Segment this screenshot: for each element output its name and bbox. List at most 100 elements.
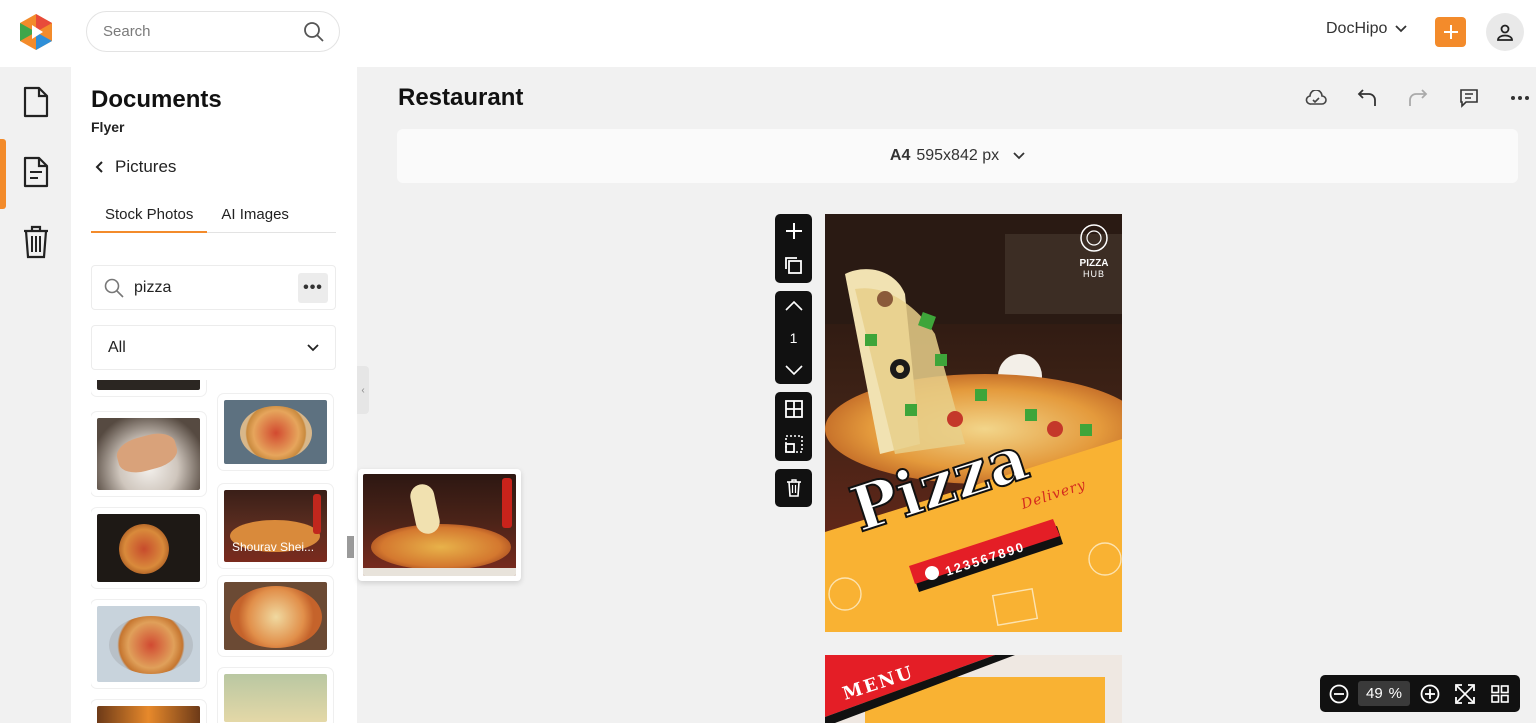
delete-page-button[interactable] bbox=[786, 479, 802, 497]
zoom-controls: 49 % bbox=[1320, 675, 1520, 712]
canvas-page-2[interactable]: MENU bbox=[825, 655, 1122, 723]
cloud-check-icon bbox=[1305, 90, 1327, 105]
grid-view-icon bbox=[1491, 684, 1509, 703]
user-avatar[interactable] bbox=[1486, 13, 1524, 51]
photo-thumbnail[interactable] bbox=[218, 668, 333, 723]
more-horizontal-icon bbox=[1510, 96, 1529, 100]
collapse-panel-handle[interactable]: ‹ bbox=[357, 366, 369, 414]
category-select-value: All bbox=[108, 338, 126, 356]
redo-icon bbox=[1408, 89, 1427, 106]
document-title[interactable]: Restaurant bbox=[398, 84, 523, 112]
layout-tools bbox=[775, 392, 812, 461]
page-down-button[interactable] bbox=[784, 364, 803, 375]
document-lines-icon bbox=[23, 156, 48, 188]
document-actions bbox=[1290, 86, 1536, 110]
page-size-name: A4 bbox=[889, 147, 911, 164]
more-options-button[interactable]: ••• bbox=[298, 272, 328, 303]
flyer-brand-line2: HUB bbox=[1083, 269, 1105, 279]
duplicate-icon bbox=[784, 256, 802, 274]
tab-stock-photos[interactable]: Stock Photos bbox=[91, 197, 208, 233]
rail-item-templates[interactable] bbox=[0, 137, 71, 209]
chevron-down-icon bbox=[1395, 25, 1407, 33]
cloud-save-button[interactable] bbox=[1290, 86, 1341, 110]
left-rail bbox=[0, 67, 71, 723]
trash-icon bbox=[23, 225, 48, 259]
menu-artwork: MENU bbox=[825, 655, 1122, 723]
panel-scrollbar[interactable] bbox=[347, 536, 354, 558]
page-up-button[interactable] bbox=[784, 300, 803, 311]
zoom-unit: % bbox=[1388, 685, 1403, 702]
tab-ai-images[interactable]: AI Images bbox=[207, 197, 303, 233]
select-area-icon bbox=[784, 434, 803, 453]
rail-item-trash[interactable] bbox=[0, 207, 71, 277]
photo-grid: Shourav Shei... bbox=[91, 380, 341, 723]
canvas-page-1[interactable]: PIZZA HUB Pizza Delivery 123567890 bbox=[825, 214, 1122, 632]
chevron-down-icon bbox=[784, 364, 803, 375]
app-logo[interactable] bbox=[18, 13, 54, 51]
photo-thumbnail[interactable] bbox=[91, 600, 206, 688]
zoom-in-button[interactable] bbox=[1416, 684, 1444, 704]
workspace-name: DocHipo bbox=[1326, 20, 1388, 37]
photo-credit: Shourav Shei... bbox=[232, 540, 315, 554]
picture-search-input[interactable]: pizza ••• bbox=[91, 265, 336, 310]
plus-icon bbox=[1443, 25, 1458, 39]
search-icon[interactable] bbox=[303, 21, 325, 43]
flyer-artwork: PIZZA HUB Pizza Delivery 123567890 bbox=[825, 214, 1122, 632]
add-button[interactable] bbox=[1435, 17, 1466, 47]
zoom-value: 49 bbox=[1365, 685, 1383, 702]
undo-button[interactable] bbox=[1341, 86, 1392, 110]
trash-icon bbox=[786, 479, 801, 497]
comments-button[interactable] bbox=[1443, 86, 1494, 110]
chevron-up-icon bbox=[784, 300, 803, 311]
pictures-panel: Documents Flyer Pictures Stock Photos AI… bbox=[71, 67, 357, 723]
drag-preview bbox=[358, 469, 521, 581]
rail-item-documents[interactable] bbox=[0, 67, 71, 137]
photo-thumbnail[interactable] bbox=[218, 394, 333, 470]
plus-circle-icon bbox=[1420, 684, 1440, 703]
page-add-tools bbox=[775, 214, 812, 283]
photo-thumbnail[interactable] bbox=[91, 700, 206, 723]
add-page-button[interactable] bbox=[785, 222, 803, 240]
zoom-level[interactable]: 49 % bbox=[1358, 681, 1410, 706]
workspace-dropdown[interactable]: DocHipo bbox=[1326, 20, 1407, 38]
grid-icon bbox=[784, 400, 803, 419]
more-menu-button[interactable] bbox=[1494, 86, 1536, 110]
photo-thumbnail[interactable] bbox=[91, 412, 206, 496]
category-select[interactable]: All bbox=[91, 325, 336, 370]
photo-thumbnail[interactable] bbox=[218, 576, 333, 656]
plus-icon bbox=[785, 223, 802, 240]
user-icon bbox=[1497, 24, 1513, 41]
chevron-down-icon bbox=[1013, 152, 1025, 160]
panel-subtitle: Flyer bbox=[91, 119, 125, 135]
redo-button[interactable] bbox=[1392, 86, 1443, 110]
page-grid-view-button[interactable] bbox=[1486, 684, 1514, 703]
back-button[interactable]: Pictures bbox=[95, 157, 176, 177]
top-bar: Search DocHipo bbox=[0, 0, 1536, 67]
page-size-dimensions: 595x842 px bbox=[916, 147, 1000, 164]
search-icon bbox=[104, 278, 124, 298]
delete-tools bbox=[775, 469, 812, 507]
document-icon bbox=[23, 86, 48, 118]
undo-icon bbox=[1357, 89, 1376, 106]
minus-circle-icon bbox=[1329, 684, 1349, 703]
comment-icon bbox=[1459, 89, 1478, 108]
back-label: Pictures bbox=[115, 157, 177, 176]
panel-title: Documents bbox=[91, 86, 222, 113]
fit-screen-button[interactable] bbox=[1450, 683, 1480, 704]
image-source-tabs: Stock Photos AI Images bbox=[91, 197, 336, 233]
duplicate-page-button[interactable] bbox=[784, 256, 803, 275]
expand-icon bbox=[1455, 683, 1475, 704]
photo-thumbnail[interactable] bbox=[91, 380, 206, 396]
photo-thumbnail[interactable]: Shourav Shei... bbox=[218, 484, 333, 568]
select-area-button[interactable] bbox=[784, 434, 803, 453]
page-number: 1 bbox=[789, 329, 798, 346]
page-size-selector[interactable]: A4 595x842 px bbox=[397, 129, 1518, 183]
chevron-down-icon bbox=[307, 343, 319, 351]
photo-thumbnail[interactable] bbox=[91, 508, 206, 588]
flyer-brand-line1: PIZZA bbox=[1080, 258, 1109, 269]
zoom-out-button[interactable] bbox=[1326, 684, 1352, 704]
search-input[interactable]: Search bbox=[86, 11, 340, 52]
grid-layout-button[interactable] bbox=[784, 400, 803, 419]
search-value: pizza bbox=[134, 278, 172, 296]
chevron-left-icon bbox=[95, 161, 103, 173]
